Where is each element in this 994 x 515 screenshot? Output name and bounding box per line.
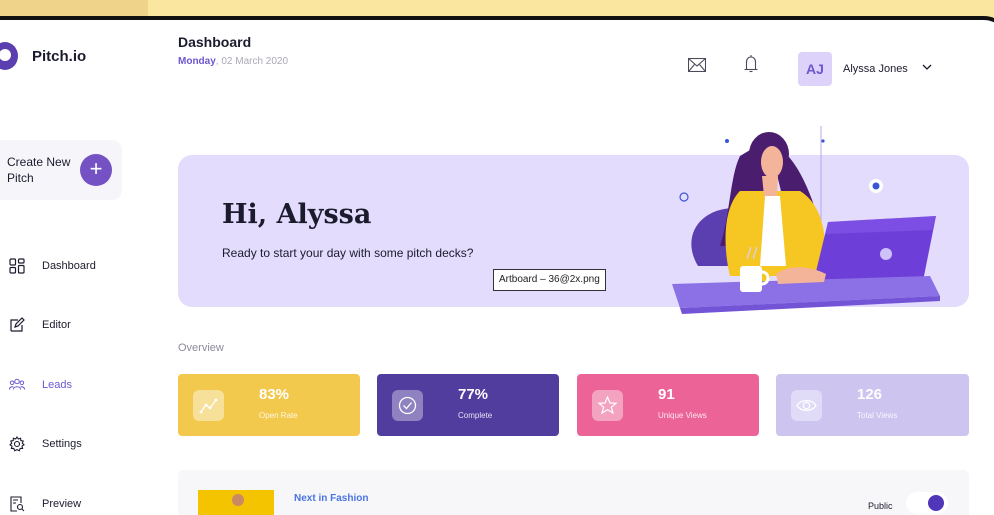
section-heading: Overview [178, 342, 224, 354]
app-logo[interactable]: Pitch.io [0, 40, 86, 72]
sidebar-item-dashboard[interactable]: Dashboard [0, 236, 150, 296]
stat-label: Complete [458, 411, 493, 420]
stat-card-complete[interactable]: 77% Complete [377, 374, 559, 436]
stat-card-total-views[interactable]: 126 Total Views [776, 374, 969, 436]
sidebar-item-label: Settings [42, 438, 82, 451]
pitch-row[interactable]: Next in Fashion Public [178, 470, 969, 515]
stat-card-open-rate[interactable]: 83% Open Rate [178, 374, 360, 436]
tooltip: Artboard – 36@2x.png [493, 269, 606, 291]
grid-icon [9, 258, 25, 274]
sidebar-item-label: Leads [42, 378, 72, 391]
page-date: Monday, 02 March 2020 [178, 56, 288, 67]
stat-value: 126 [857, 386, 883, 403]
pitch-thumbnail [198, 490, 274, 515]
pitch-title[interactable]: Next in Fashion [294, 493, 368, 504]
stat-value: 91 [658, 386, 675, 403]
stat-label: Total Views [857, 411, 898, 420]
create-pitch-card[interactable]: Create New Pitch + [0, 140, 122, 200]
check-circle-icon [392, 390, 423, 421]
welcome-title: Hi, Alyssa [222, 199, 372, 230]
sidebar-item-settings[interactable]: Settings [0, 415, 150, 475]
sidebar-item-preview[interactable]: Preview [0, 474, 150, 515]
sidebar-item-label: Dashboard [42, 259, 96, 272]
create-pitch-label: Create New Pitch [7, 155, 71, 185]
page-title: Dashboard [178, 34, 252, 50]
public-toggle[interactable] [906, 492, 948, 514]
stat-label: Open Rate [259, 411, 298, 420]
sidebar-item-editor[interactable]: Editor [0, 296, 150, 356]
sidebar-nav: Dashboard Editor Leads Settings Preview [0, 236, 150, 515]
date-day: Monday [178, 56, 216, 67]
woman-laptop-illustration [672, 126, 940, 314]
sidebar-item-label: Editor [42, 319, 71, 332]
stat-value: 77% [458, 386, 489, 403]
user-name[interactable]: Alyssa Jones [843, 63, 908, 75]
sidebar-item-label: Preview [42, 497, 82, 510]
date-text: , 02 March 2020 [215, 56, 289, 67]
chevron-down-icon[interactable] [922, 63, 932, 71]
eye-icon [791, 390, 822, 421]
welcome-subtitle: Ready to start your day with some pitch … [222, 246, 474, 260]
avatar[interactable]: AJ [798, 52, 832, 86]
edit-icon [10, 317, 25, 332]
stat-card-unique-views[interactable]: 91 Unique Views [577, 374, 759, 436]
logo-icon [0, 40, 24, 72]
sidebar-item-leads[interactable]: Leads [0, 355, 150, 415]
toggle-knob [928, 495, 944, 511]
preview-icon [10, 496, 25, 512]
users-icon [9, 378, 25, 390]
stat-value: 83% [259, 386, 290, 403]
mail-icon[interactable] [688, 58, 706, 72]
star-icon [592, 390, 623, 421]
gear-icon [9, 436, 25, 452]
app-name: Pitch.io [32, 47, 87, 65]
trend-icon [193, 390, 224, 421]
visibility-label: Public [868, 501, 893, 511]
bell-icon[interactable] [744, 54, 758, 74]
plus-icon[interactable]: + [80, 154, 112, 186]
stat-label: Unique Views [658, 411, 707, 420]
